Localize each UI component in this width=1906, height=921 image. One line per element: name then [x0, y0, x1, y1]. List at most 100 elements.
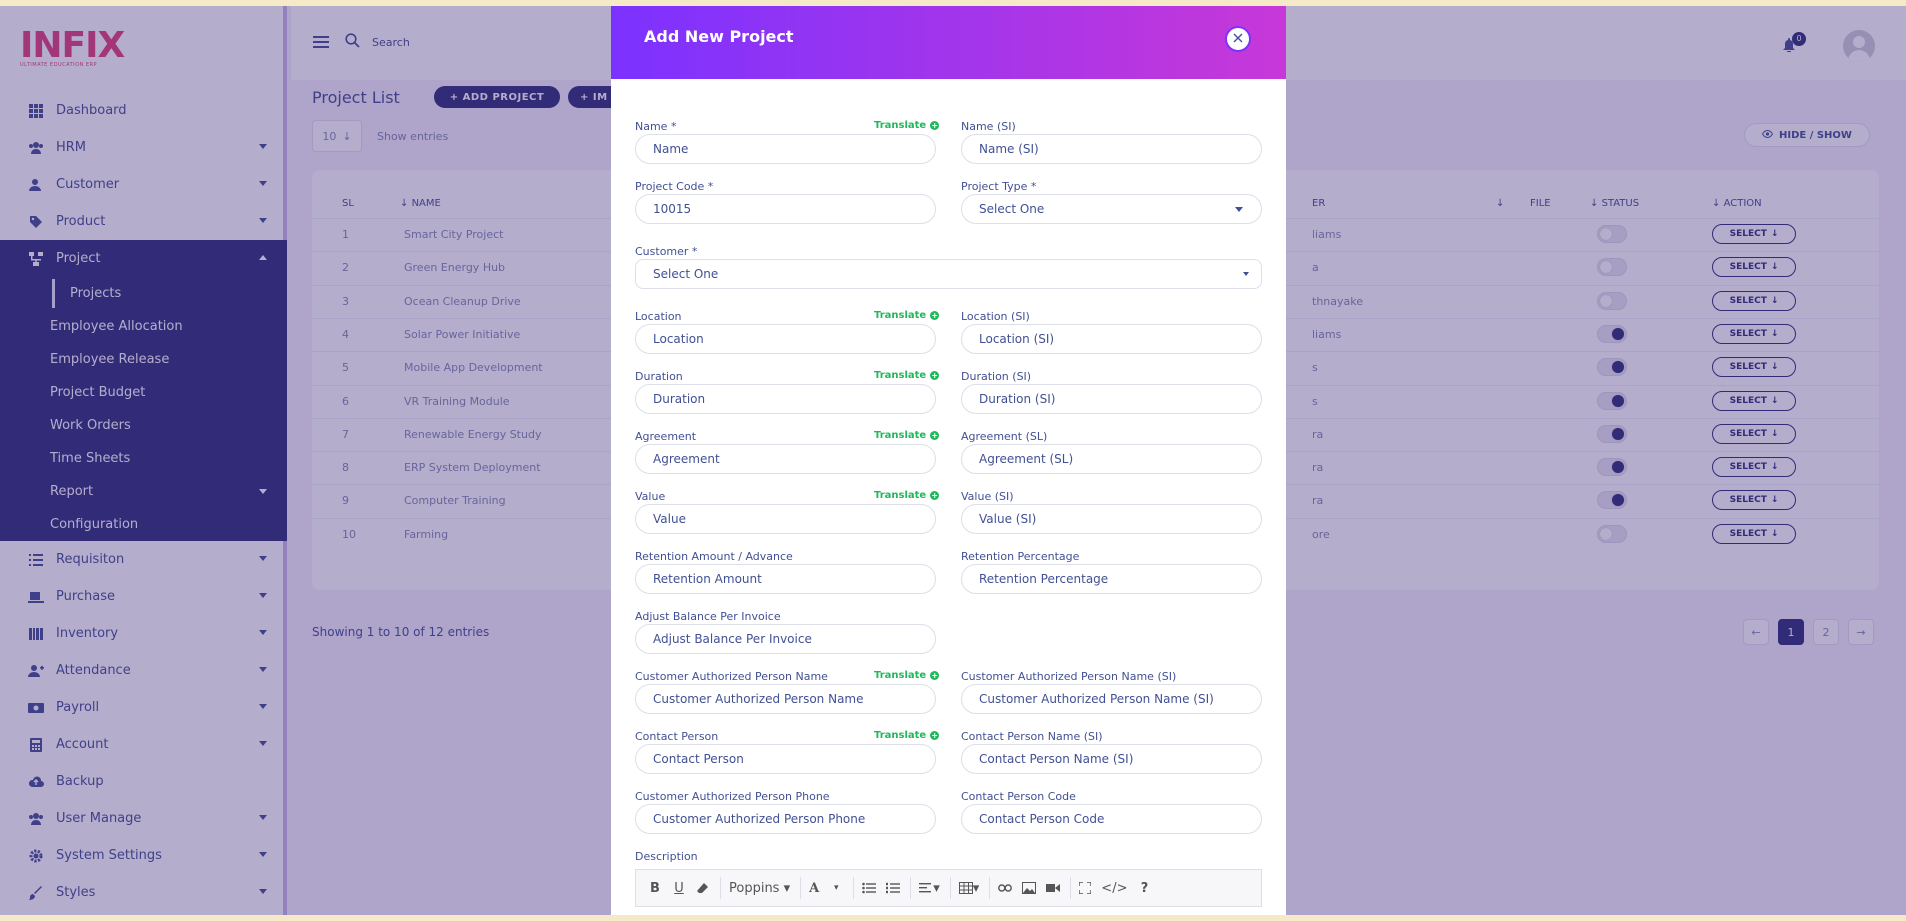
value-field: Value Translate + Value [635, 490, 940, 536]
cust-auth-name-input[interactable]: Customer Authorized Person Name [635, 684, 936, 714]
project-type-field: Project Type * Select One [961, 180, 1262, 226]
field-label: Customer Authorized Person Phone [635, 790, 830, 803]
chevron-down-icon[interactable]: ▾ [825, 877, 847, 899]
name-si-field: Name (SI) Name (SI) [961, 120, 1262, 166]
plus-icon: + [930, 431, 940, 440]
link-icon[interactable] [989, 877, 1016, 899]
font-family-label: Poppins [729, 880, 780, 896]
translate-button[interactable]: Translate + [874, 730, 940, 741]
select-value: Select One [979, 202, 1045, 216]
translate-button[interactable]: Translate + [874, 430, 940, 441]
app-root: INFIX ULTIMATE EDUCATION ERP Dashboard H… [0, 0, 1906, 921]
contact-person-si-input[interactable]: Contact Person Name (SI) [961, 744, 1262, 774]
fullscreen-icon[interactable] [1070, 877, 1095, 899]
customer-select[interactable]: Select One [635, 259, 1262, 289]
image-icon[interactable] [1018, 877, 1040, 899]
agreement-sl-field: Agreement (SL) Agreement (SL) [961, 430, 1262, 476]
font-color-icon[interactable]: A [800, 877, 823, 899]
translate-label: Translate [874, 120, 927, 131]
editor-toolbar: B U Poppins ▾ A ▾ ▾ ▾ </> ? [635, 869, 1262, 907]
cust-auth-name-field: Customer Authorized Person Name Translat… [635, 670, 940, 716]
location-input[interactable]: Location [635, 324, 936, 354]
field-label: Name * [635, 120, 677, 133]
translate-label: Translate [874, 730, 927, 741]
location-field: Location Translate + Location [635, 310, 940, 356]
modal-title: Add New Project [644, 27, 794, 46]
field-label: Contact Person Code [961, 790, 1076, 803]
translate-button[interactable]: Translate + [874, 310, 940, 321]
field-label: Contact Person Name (SI) [961, 730, 1103, 743]
plus-icon: + [930, 371, 940, 380]
name-input[interactable]: Name [635, 134, 936, 164]
bullet-list-icon[interactable] [853, 877, 880, 899]
field-label: Description [635, 850, 698, 863]
contact-person-si-field: Contact Person Name (SI) Contact Person … [961, 730, 1262, 776]
agreement-input[interactable]: Agreement [635, 444, 936, 474]
modal-header: Add New Project [611, 6, 1286, 79]
video-icon[interactable] [1042, 877, 1064, 899]
value-si-input[interactable]: Value (SI) [961, 504, 1262, 534]
retention-amount-input[interactable]: Retention Amount [635, 564, 936, 594]
field-label: Customer Authorized Person Name [635, 670, 828, 683]
table-icon[interactable]: ▾ [949, 877, 984, 899]
underline-icon[interactable]: U [668, 877, 690, 899]
help-icon[interactable]: ? [1133, 877, 1155, 899]
align-icon[interactable]: ▾ [910, 877, 944, 899]
numbered-list-icon[interactable] [882, 877, 904, 899]
contact-person-input[interactable]: Contact Person [635, 744, 936, 774]
cust-auth-phone-input[interactable]: Customer Authorized Person Phone [635, 804, 936, 834]
contact-person-field: Contact Person Translate + Contact Person [635, 730, 940, 776]
field-label: Location [635, 310, 682, 323]
field-label: Name (SI) [961, 120, 1016, 133]
project-code-input[interactable]: 10015 [635, 194, 936, 224]
select-value: Select One [653, 267, 719, 281]
field-label: Duration [635, 370, 683, 383]
duration-si-field: Duration (SI) Duration (SI) [961, 370, 1262, 416]
location-si-field: Location (SI) Location (SI) [961, 310, 1262, 356]
name-si-input[interactable]: Name (SI) [961, 134, 1262, 164]
duration-si-input[interactable]: Duration (SI) [961, 384, 1262, 414]
translate-label: Translate [874, 370, 927, 381]
plus-icon: + [930, 121, 940, 130]
contact-person-code-input[interactable]: Contact Person Code [961, 804, 1262, 834]
translate-button[interactable]: Translate + [874, 670, 940, 681]
field-label: Duration (SI) [961, 370, 1032, 383]
bold-icon[interactable]: B [644, 877, 666, 899]
code-view-icon[interactable]: </> [1097, 877, 1131, 899]
duration-input[interactable]: Duration [635, 384, 936, 414]
cust-auth-name-si-field: Customer Authorized Person Name (SI) Cus… [961, 670, 1262, 716]
chevron-down-icon [1243, 272, 1249, 276]
close-button[interactable] [1225, 26, 1251, 52]
cust-auth-phone-field: Customer Authorized Person Phone Custome… [635, 790, 936, 836]
value-input[interactable]: Value [635, 504, 936, 534]
retention-percentage-field: Retention Percentage Retention Percentag… [961, 550, 1262, 596]
bottom-strip [0, 915, 1906, 921]
field-label: Retention Amount / Advance [635, 550, 793, 563]
field-label: Location (SI) [961, 310, 1030, 323]
close-icon [1233, 32, 1243, 46]
retention-percentage-input[interactable]: Retention Percentage [961, 564, 1262, 594]
adjust-balance-field: Adjust Balance Per Invoice Adjust Balanc… [635, 610, 936, 656]
translate-label: Translate [874, 670, 927, 681]
project-form: Name * Translate + Name Name (SI) Name (S… [611, 79, 1286, 915]
field-label: Retention Percentage [961, 550, 1080, 563]
cust-auth-name-si-input[interactable]: Customer Authorized Person Name (SI) [961, 684, 1262, 714]
name-field: Name * Translate + Name [635, 120, 940, 166]
translate-label: Translate [874, 310, 927, 321]
field-label: Agreement [635, 430, 697, 443]
adjust-balance-input[interactable]: Adjust Balance Per Invoice [635, 624, 936, 654]
agreement-sl-input[interactable]: Agreement (SL) [961, 444, 1262, 474]
font-family-select[interactable]: Poppins ▾ [720, 877, 794, 899]
translate-button[interactable]: Translate + [874, 370, 940, 381]
project-type-select[interactable]: Select One [961, 194, 1262, 224]
plus-icon: + [930, 731, 940, 740]
field-label: Value [635, 490, 666, 503]
field-label: Agreement (SL) [961, 430, 1048, 443]
eraser-icon[interactable] [692, 877, 714, 899]
translate-label: Translate [874, 430, 927, 441]
field-label: Project Type * [961, 180, 1037, 193]
translate-button[interactable]: Translate + [874, 120, 940, 131]
translate-button[interactable]: Translate + [874, 490, 940, 501]
location-si-input[interactable]: Location (SI) [961, 324, 1262, 354]
chevron-down-icon [1235, 207, 1243, 212]
